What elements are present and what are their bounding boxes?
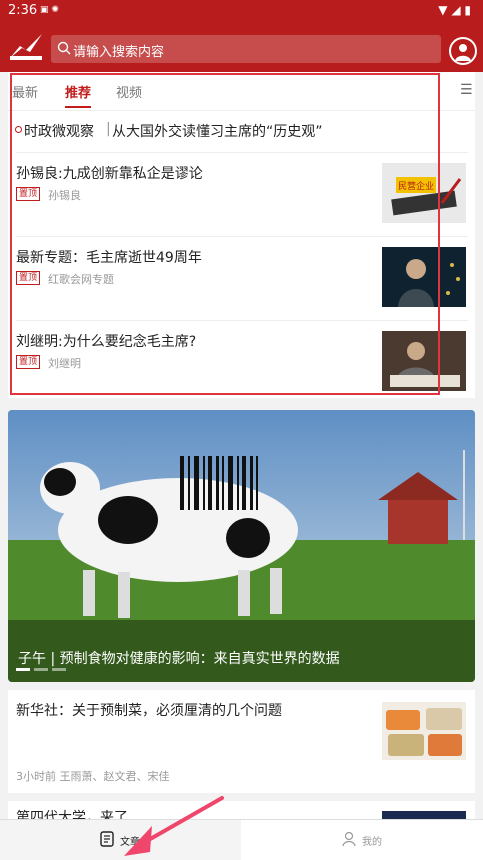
annotation-highlight-box <box>10 73 440 395</box>
news-thumbnail <box>382 702 466 760</box>
status-bar: 2:36 ▣ ✺ ▼ ◢ ▮ <box>0 0 483 22</box>
avatar-button[interactable] <box>449 37 477 65</box>
profile-icon <box>342 831 356 847</box>
featured-article[interactable]: 子午 | 预制食物对健康的影响：来自真实世界的数据 <box>8 410 475 682</box>
carousel-dot <box>52 668 66 671</box>
nav-item-articles[interactable]: 文章 <box>0 820 241 860</box>
app-header: 请输入搜索内容 <box>0 22 483 72</box>
article-icon <box>100 831 114 847</box>
notification-icons: ▣ ✺ <box>40 5 59 15</box>
news-card[interactable]: 新华社：关于预制菜，必须厘清的几个问题 3小时前 王雨萧、赵文君、宋佳 <box>8 690 475 793</box>
search-placeholder: 请输入搜索内容 <box>73 45 165 60</box>
app-logo-icon[interactable] <box>8 32 44 62</box>
search-input[interactable]: 请输入搜索内容 <box>51 35 441 63</box>
search-icon <box>57 41 71 55</box>
nav-item-profile[interactable]: 我的 <box>242 820 483 860</box>
status-time: 2:36 <box>8 3 38 18</box>
hero-image <box>8 410 475 682</box>
hero-caption: 子午 | 预制食物对健康的影响：来自真实世界的数据 <box>18 651 340 667</box>
feed-panel: 最新 推荐 视频 ☰ 时政微观察 | 从大国外交读懂习主席的“历史观” 孙锡良:… <box>8 72 475 398</box>
news-meta: 3小时前 王雨萧、赵文君、宋佳 <box>16 770 170 783</box>
bottom-nav: 文章 我的 <box>0 819 483 860</box>
filter-icon[interactable]: ☰ <box>460 82 473 98</box>
status-icons: ▼ ◢ ▮ <box>438 3 471 17</box>
news-title: 新华社：关于预制菜，必须厘清的几个问题 <box>16 703 282 719</box>
carousel-dot-active <box>16 668 30 671</box>
nav-label: 我的 <box>362 837 382 848</box>
carousel-dot <box>34 668 48 671</box>
user-icon <box>455 44 471 61</box>
nav-label: 文章 <box>120 837 140 848</box>
